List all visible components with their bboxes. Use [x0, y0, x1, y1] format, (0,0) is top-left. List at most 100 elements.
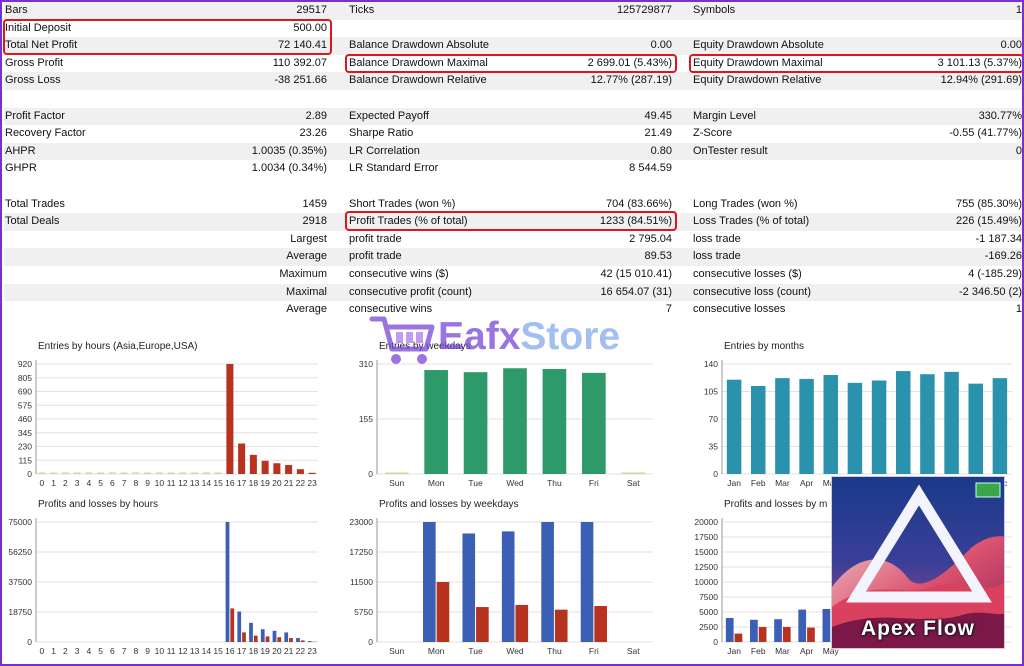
stat-value: 42 (15 010.41) [600, 267, 672, 280]
x-tick-label: Sat [627, 646, 640, 656]
y-tick-label: 2500 [699, 622, 718, 632]
highlight-deposit-profit [3, 19, 332, 55]
y-tick-label: 35 [709, 442, 719, 452]
x-tick-label: 9 [145, 646, 150, 656]
row-group-label: Largest [290, 232, 327, 245]
x-tick-label: Sun [389, 478, 404, 488]
x-tick-label: 10 [155, 478, 165, 488]
bar [249, 454, 257, 474]
y-tick-label: 345 [18, 428, 32, 438]
stat-value: 0.00 [1000, 39, 1022, 52]
loss-bar [807, 627, 815, 642]
loss-bar [277, 637, 282, 642]
bar-zero [38, 472, 46, 474]
x-tick-label: 17 [237, 478, 247, 488]
stats-row: Largest profit trade 2 795.04 loss trade -1 … [4, 231, 1022, 249]
bar [261, 460, 269, 474]
y-tick-label: 155 [359, 414, 373, 424]
x-tick-label: Apr [800, 478, 813, 488]
y-tick-label: 805 [18, 373, 32, 383]
row-group-label: Maximal [286, 285, 327, 298]
profit-bar [462, 533, 476, 642]
y-tick-label: 18750 [8, 607, 32, 617]
entries-hours-plot: 01152303454605756908059200 1 2 3 4 5 6 7 8 9 10 11 1… [18, 359, 318, 488]
spacer-row [4, 90, 1022, 108]
stat-value: 21.49 [644, 127, 672, 140]
bar-zero [202, 472, 210, 474]
y-tick-label: 12500 [694, 562, 718, 572]
row-group-label: Maximum [279, 267, 327, 280]
y-tick-label: 0 [27, 637, 32, 647]
x-tick-label: 10 [155, 646, 165, 656]
y-tick-label: 460 [18, 414, 32, 424]
y-tick-label: 920 [18, 359, 32, 369]
stat-value: 1459 [302, 197, 327, 210]
stat-value: 125729877 [616, 4, 672, 16]
bar-zero [167, 472, 175, 474]
y-tick-label: 115 [18, 455, 32, 465]
x-tick-label: Tue [468, 646, 483, 656]
loss-bar [300, 640, 305, 642]
y-tick-label: 230 [18, 442, 32, 452]
stat-value: -1 187.34 [975, 232, 1022, 245]
y-tick-label: 690 [18, 387, 32, 397]
bar [273, 463, 281, 474]
x-tick-label: 2 [63, 478, 68, 488]
bar-zero [621, 472, 646, 474]
profit-bar [296, 638, 300, 642]
stat-value: 2 795.04 [629, 232, 672, 245]
stat-value: -2 346.50 (2) [959, 285, 1022, 298]
bar [503, 368, 527, 474]
x-tick-label: 19 [260, 478, 270, 488]
x-tick-label: Feb [751, 478, 766, 488]
x-tick-label: 6 [110, 646, 115, 656]
row-group-label: Average [286, 303, 327, 316]
apex-flow-title: Apex Flow [860, 617, 975, 640]
x-tick-label: 3 [75, 646, 80, 656]
bar [944, 371, 959, 474]
x-tick-label: 21 [284, 646, 294, 656]
loss-bar [734, 633, 743, 642]
bar [799, 378, 814, 474]
stat-value: 89.53 [644, 250, 672, 263]
stat-value: 16 654.07 (31) [600, 285, 672, 298]
y-tick-label: 15000 [694, 547, 718, 557]
profit-bar [237, 611, 242, 642]
loss-bar [230, 608, 235, 642]
stat-value: 12.94% (291.69) [940, 74, 1022, 87]
x-tick-label: 6 [110, 478, 115, 488]
profit-bar [225, 522, 230, 642]
x-tick-label: 12 [178, 478, 188, 488]
bar [542, 368, 567, 474]
bar-zero [85, 472, 93, 474]
profits-hours-plot: 0187503750056250750000 1 2 3 4 5 6 7 8 9 10 11 12 13 1… [8, 517, 318, 656]
x-tick-label: 12 [178, 646, 188, 656]
loss-bar [782, 627, 791, 642]
bar-zero [155, 472, 163, 474]
x-tick-label: 5 [98, 478, 103, 488]
y-tick-label: 0 [27, 469, 32, 479]
bar-zero [214, 472, 222, 474]
profit-bar [822, 609, 831, 642]
y-tick-label: 7500 [699, 592, 718, 602]
bar-zero [97, 472, 105, 474]
x-tick-label: 22 [296, 478, 306, 488]
stats-row: Profit Factor 2.89 Expected Payoff 49.45 Mar… [4, 107, 1022, 126]
bar [751, 386, 766, 474]
loss-bar [476, 607, 489, 642]
x-tick-label: 5 [98, 646, 103, 656]
stat-value: 1 [1015, 303, 1022, 316]
entries-months-chart: Entries by months 0 35 70 105 140 Jan Feb Mar Apr… [692, 341, 1022, 492]
profit-bar [774, 619, 782, 642]
x-tick-label: Feb [751, 646, 766, 656]
highlight-equity-drawdown [689, 54, 1022, 73]
x-tick-label: 4 [87, 478, 92, 488]
watermark-part1: Eafx [438, 315, 521, 358]
bar-zero [61, 472, 69, 474]
bar [582, 372, 606, 474]
y-tick-label: 56250 [8, 547, 32, 557]
bar-zero [132, 472, 140, 474]
stat-value: 110 392.07 [272, 56, 327, 69]
x-tick-label: 16 [225, 478, 235, 488]
bar-zero [179, 472, 187, 474]
